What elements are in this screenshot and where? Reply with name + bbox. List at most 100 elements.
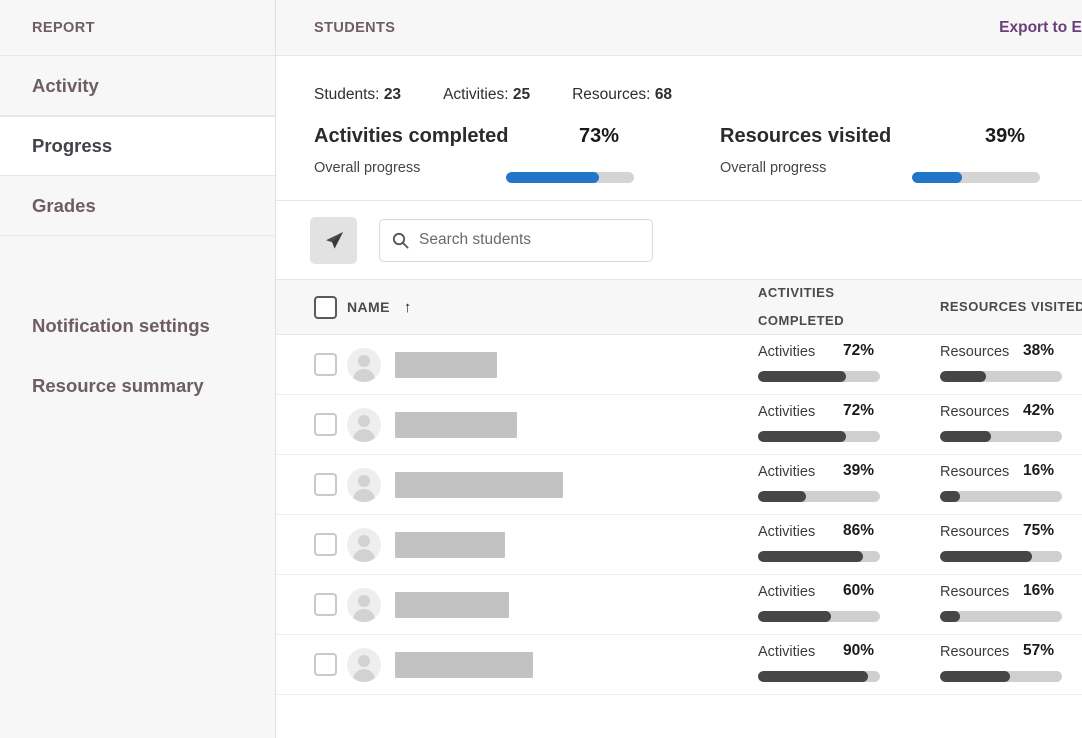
main-header: STUDENTS Export to Excel	[276, 0, 1082, 56]
column-name-label: NAME	[347, 299, 390, 315]
summary-progress-fill	[912, 172, 962, 183]
resources-progress-bar	[940, 611, 1062, 622]
column-resources-label: RESOURCES VISITED	[940, 293, 1082, 321]
main-panel: STUDENTS Export to Excel Students: 23 Ac…	[276, 0, 1082, 738]
resources-percent: 57%	[1023, 642, 1054, 660]
table-row[interactable]: Activities72%Resources42%	[276, 395, 1082, 455]
table-row[interactable]: Activities72%Resources38%	[276, 335, 1082, 395]
summary-resources-visited: Resources visited 39% Overall progress	[720, 125, 1082, 176]
row-checkbox[interactable]	[314, 533, 337, 556]
student-name-cell	[337, 588, 758, 622]
row-checkbox[interactable]	[314, 473, 337, 496]
table-row[interactable]: Activities 60% Resources16%	[276, 575, 1082, 635]
student-name-redacted	[395, 412, 517, 438]
stat-value: 68	[655, 86, 672, 103]
row-checkbox[interactable]	[314, 413, 337, 436]
resources-percent: 75%	[1023, 522, 1054, 540]
students-table: NAME ↑ ACTIVITIES COMPLETED RESOURCES VI…	[276, 279, 1082, 695]
row-select-cell	[276, 593, 337, 616]
resources-cell: Resources38%	[940, 342, 1082, 388]
student-name-redacted	[395, 352, 497, 378]
table-body: Activities72%Resources38%Activities72%Re…	[276, 335, 1082, 695]
row-select-cell	[276, 353, 337, 376]
activities-metric-label: Activities	[758, 584, 815, 600]
stat-value: 25	[513, 86, 530, 103]
resources-metric-label: Resources	[940, 644, 1009, 660]
sort-ascending-icon: ↑	[404, 300, 412, 315]
student-name-redacted	[395, 592, 509, 618]
summary-progress-fill	[506, 172, 599, 183]
resources-progress-bar	[940, 671, 1062, 682]
resources-cell: Resources16%	[940, 582, 1082, 628]
activities-metric-label: Activities	[758, 524, 815, 540]
avatar	[347, 588, 381, 622]
stats-row: Students: 23 Activities: 25 Resources: 6…	[276, 72, 1082, 117]
sidebar-item-progress[interactable]: Progress	[0, 116, 275, 176]
app-root: REPORT Activity Progress Grades Notifica…	[0, 0, 1082, 738]
send-message-button[interactable]	[310, 217, 357, 264]
sidebar-item-activity[interactable]: Activity	[0, 56, 275, 116]
resources-progress-bar	[940, 551, 1062, 562]
select-all-checkbox[interactable]	[314, 296, 337, 319]
activities-progress-bar	[758, 671, 880, 682]
activities-progress-fill	[758, 431, 846, 442]
sidebar-item-resource-summary[interactable]: Resource summary	[0, 356, 275, 416]
resources-cell: Resources42%	[940, 402, 1082, 448]
activities-progress-fill	[758, 491, 806, 502]
activities-progress-fill	[758, 371, 846, 382]
activities-cell: Activities86%	[758, 522, 940, 568]
resources-progress-fill	[940, 551, 1032, 562]
search-icon	[392, 232, 409, 249]
activities-percent: 60%	[843, 582, 874, 600]
search-input[interactable]	[419, 231, 640, 249]
row-select-cell	[276, 653, 337, 676]
activities-progress-fill	[758, 611, 831, 622]
stat-resources: Resources: 68	[572, 86, 672, 104]
toolbar	[0, 201, 1082, 279]
activities-cell: Activities72%	[758, 402, 940, 448]
table-row[interactable]: Activities86%Resources75%	[276, 515, 1082, 575]
activities-percent: 72%	[843, 402, 874, 420]
column-name[interactable]: NAME ↑	[337, 299, 758, 315]
activities-progress-fill	[758, 551, 863, 562]
resources-progress-fill	[940, 431, 991, 442]
summary-progress-bar	[912, 172, 1040, 183]
summary-activities-completed: Activities completed 73% Overall progres…	[314, 125, 720, 176]
resources-cell: Resources16%	[940, 462, 1082, 508]
column-activities-line1: ACTIVITIES	[758, 279, 850, 307]
send-icon	[323, 229, 345, 251]
row-checkbox[interactable]	[314, 353, 337, 376]
activities-cell: Activities39%	[758, 462, 940, 508]
activities-cell: Activities 90%	[758, 642, 940, 688]
summary-percent: 39%	[985, 125, 1025, 148]
row-select-cell	[276, 473, 337, 496]
student-name-redacted	[395, 472, 563, 498]
activities-metric-label: Activities	[758, 644, 815, 660]
table-row[interactable]: Activities39%Resources16%	[276, 455, 1082, 515]
sidebar-item-notification-settings[interactable]: Notification settings	[0, 296, 275, 356]
row-select-cell	[276, 533, 337, 556]
row-select-cell	[276, 413, 337, 436]
resources-percent: 42%	[1023, 402, 1054, 420]
resources-progress-bar	[940, 491, 1062, 502]
summary-subtitle: Overall progress	[314, 160, 420, 176]
activities-metric-label: Activities	[758, 464, 815, 480]
student-name-cell	[337, 528, 758, 562]
table-row[interactable]: Activities 90% Resources 57%	[276, 635, 1082, 695]
summary-progress-bar	[506, 172, 634, 183]
stat-label: Resources:	[572, 86, 650, 103]
resources-metric-label: Resources	[940, 344, 1009, 360]
column-activities-completed: ACTIVITIES COMPLETED	[758, 279, 940, 335]
stat-activities: Activities: 25	[443, 86, 530, 104]
avatar	[347, 528, 381, 562]
summary-row: Activities completed 73% Overall progres…	[276, 125, 1082, 201]
search-box[interactable]	[379, 219, 653, 262]
student-name-redacted	[395, 652, 533, 678]
row-checkbox[interactable]	[314, 653, 337, 676]
row-checkbox[interactable]	[314, 593, 337, 616]
summary-percent: 73%	[579, 125, 619, 148]
export-to-excel-link[interactable]: Export to Excel	[999, 19, 1082, 37]
activities-metric-label: Activities	[758, 344, 815, 360]
activities-percent: 90%	[843, 642, 874, 660]
stat-value: 23	[384, 86, 401, 103]
